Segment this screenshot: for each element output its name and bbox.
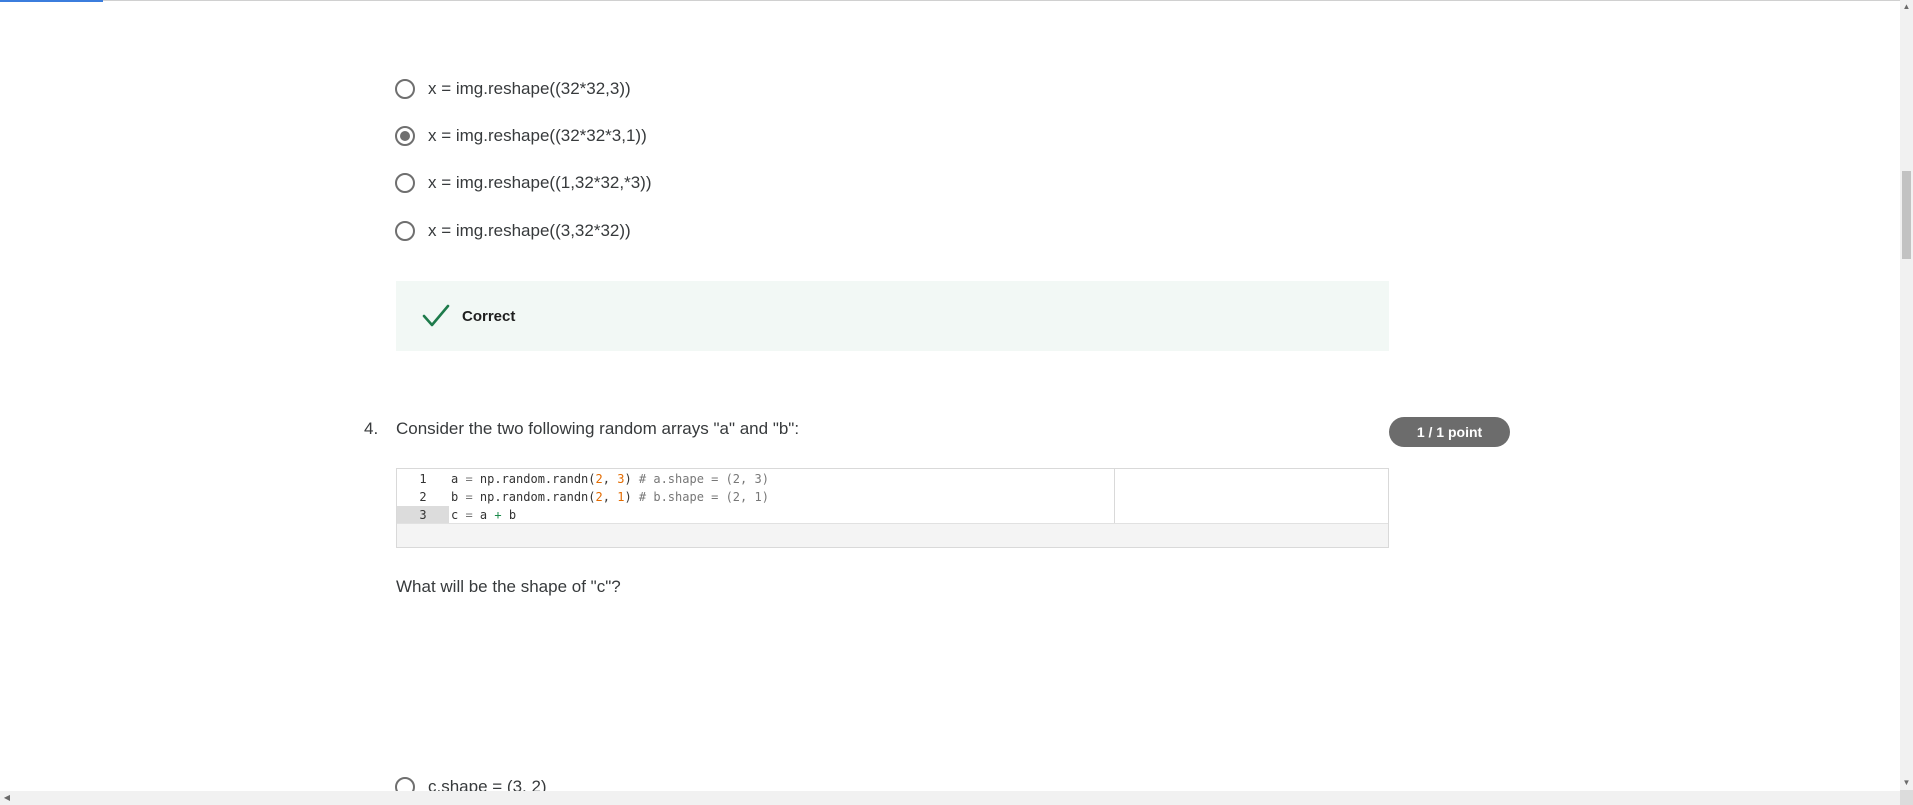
radio-button[interactable]: [395, 173, 415, 193]
q3-option-4[interactable]: x = img.reshape((3,32*32)): [395, 216, 631, 246]
points-badge: 1 / 1 point: [1389, 417, 1510, 447]
radio-button-selected[interactable]: [395, 126, 415, 146]
option-label: x = img.reshape((32*32*3,1)): [428, 126, 647, 145]
feedback-text: Correct: [462, 307, 516, 325]
feedback-correct: Correct: [396, 281, 1389, 351]
radio-button[interactable]: [395, 221, 415, 241]
line-number: 2: [419, 490, 427, 504]
code-editor[interactable]: 1 a = np.random.randn(2, 3) # a.shape = …: [397, 469, 1115, 524]
question-number: 4.: [364, 419, 379, 438]
top-divider: [0, 0, 1900, 1]
horizontal-scrollbar[interactable]: ◀: [0, 791, 1900, 805]
scroll-left-icon[interactable]: ◀: [0, 791, 14, 805]
option-label: x = img.reshape((1,32*32,*3)): [428, 173, 652, 192]
code-text: c = a + b: [451, 508, 517, 522]
code-footer: [397, 523, 1388, 547]
radio-button[interactable]: [395, 79, 415, 99]
code-output-panel: [1115, 469, 1388, 523]
q3-option-2[interactable]: x = img.reshape((32*32*3,1)): [395, 121, 647, 151]
line-number: 3: [397, 506, 449, 524]
vertical-scrollbar[interactable]: ▲ ▼: [1900, 0, 1913, 790]
code-line: 1 a = np.random.randn(2, 3) # a.shape = …: [397, 470, 1114, 488]
question-text: Consider the two following random arrays…: [396, 419, 800, 438]
code-text: a = np.random.randn(2, 3) # a.shape = (2…: [451, 472, 769, 486]
code-block: 1 a = np.random.randn(2, 3) # a.shape = …: [396, 468, 1389, 548]
question-followup: What will be the shape of "c"?: [396, 577, 621, 596]
q3-option-1[interactable]: x = img.reshape((32*32,3)): [395, 74, 631, 104]
scrollbar-corner: [1900, 790, 1913, 805]
option-label: x = img.reshape((32*32,3)): [428, 79, 631, 98]
scroll-up-icon[interactable]: ▲: [1900, 0, 1913, 14]
code-line: 3 c = a + b: [397, 506, 1114, 524]
line-number: 1: [419, 472, 427, 486]
code-text: b = np.random.randn(2, 1) # b.shape = (2…: [451, 490, 769, 504]
option-label: x = img.reshape((3,32*32)): [428, 221, 631, 240]
top-progress-accent: [0, 0, 103, 2]
scroll-down-icon[interactable]: ▼: [1900, 776, 1913, 790]
q3-option-3[interactable]: x = img.reshape((1,32*32,*3)): [395, 168, 651, 198]
code-line: 2 b = np.random.randn(2, 1) # b.shape = …: [397, 488, 1114, 506]
check-icon: [422, 302, 450, 330]
scrollbar-thumb[interactable]: [1902, 171, 1911, 259]
